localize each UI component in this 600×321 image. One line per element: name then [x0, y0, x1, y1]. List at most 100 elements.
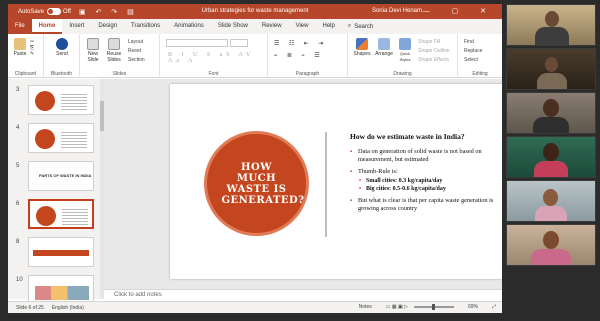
participant-video[interactable] — [506, 92, 596, 134]
tab-insert[interactable]: Insert — [62, 19, 91, 34]
paste-label: Paste — [13, 51, 27, 57]
view-buttons[interactable]: ▭ ▦ ▣ ▷ — [386, 304, 408, 310]
zoom-slider[interactable] — [413, 304, 454, 310]
tab-view[interactable]: View — [289, 19, 316, 34]
thumbnail-row[interactable]: 5 PARTS OF WASTE IN INDIA — [8, 161, 104, 195]
thumbnail-banner — [33, 250, 89, 256]
cut-copy-icons[interactable]: ✂ ⎘ ✎ — [30, 39, 34, 57]
thumbnail-row[interactable]: 3 — [8, 85, 104, 119]
tab-animations[interactable]: Animations — [167, 19, 211, 34]
reuse-slides-label: Reuse Slides — [106, 51, 122, 63]
bullet-item[interactable]: Thumb-Rule is: — [350, 168, 502, 176]
slide-thumbnail[interactable] — [28, 237, 94, 267]
slide-thumbnail-pane: 3 4 5 PARTS OF WASTE IN INDIA 6 8 10 — [8, 79, 104, 305]
thumbnail-number: 8 — [16, 239, 20, 245]
drawing-label: Drawing — [393, 71, 412, 77]
new-slide-icon — [87, 38, 99, 50]
bluetooth-group: Send Bluetooth — [44, 34, 80, 78]
replace-button[interactable]: Replace — [464, 47, 482, 56]
slide-thumbnail-selected[interactable] — [28, 199, 94, 229]
tab-slide-show[interactable]: Slide Show — [211, 19, 255, 34]
current-slide[interactable]: HOW MUCH WASTE IS GENERATED? How do we e… — [170, 84, 502, 279]
font-family-select[interactable] — [166, 39, 228, 47]
tab-design[interactable]: Design — [91, 19, 124, 34]
thumbnail-row[interactable]: 8 — [8, 237, 104, 271]
slides-label: Slides — [112, 71, 127, 77]
quick-styles-icon — [399, 38, 411, 50]
drawing-group: Shapes Arrange Quick Styles Shape Fill S… — [348, 34, 458, 78]
participant-head — [545, 11, 559, 27]
participant-video[interactable] — [506, 136, 596, 178]
new-slide-label: New Slide — [87, 51, 99, 63]
slide-heading[interactable]: How do we estimate waste in India? — [350, 132, 502, 141]
sub-bullet-item[interactable]: Small cities: 0.3 kg/capita/day — [350, 177, 502, 185]
participant-head — [543, 99, 559, 117]
send-button[interactable]: Send — [54, 38, 70, 57]
bullet-item[interactable]: Data on generation of solid waste is not… — [350, 148, 502, 164]
layout-button[interactable]: Layout — [128, 38, 145, 47]
status-bar: Slide 6 of 25 English (India) Notes ▭ ▦ … — [8, 301, 502, 313]
search-box[interactable]: ⌕ Search — [348, 23, 373, 30]
screen: AutoSave Off ▣ ↶ ↷ ▤ Urban strategies fo… — [0, 0, 600, 321]
tab-transitions[interactable]: Transitions — [124, 19, 167, 34]
participant-video[interactable] — [506, 224, 596, 266]
shape-effects-button[interactable]: Shape Effects — [418, 56, 450, 65]
clipboard-label: Clipboard — [14, 71, 37, 77]
notes-button[interactable]: Notes — [359, 304, 372, 310]
slide-thumbnail[interactable] — [28, 85, 94, 115]
reset-button[interactable]: Reset — [128, 47, 145, 56]
language-indicator[interactable]: English (India) — [52, 305, 84, 311]
thumbnail-chart — [35, 286, 89, 300]
fit-slide-icon[interactable]: ⤢ — [492, 304, 496, 310]
shapes-icon — [356, 38, 368, 50]
zoom-level[interactable]: 69% — [468, 304, 478, 310]
new-slide-button[interactable]: New Slide — [84, 38, 102, 63]
tab-home[interactable]: Home — [31, 19, 63, 34]
find-button[interactable]: Find — [464, 38, 482, 47]
reuse-slides-button[interactable]: Reuse Slides — [104, 38, 124, 63]
bullet-item[interactable]: But what is clear is that per capita was… — [350, 197, 502, 213]
thumbnail-number: 5 — [16, 163, 20, 169]
slide-counter: Slide 6 of 25 — [16, 304, 44, 311]
editing-group: Find Replace Select Editing — [458, 34, 502, 78]
circle-title[interactable]: HOW MUCH WASTE IS GENERATED? — [222, 162, 305, 206]
select-button[interactable]: Select — [464, 56, 482, 65]
shapes-button[interactable]: Shapes — [352, 38, 372, 57]
participant-video[interactable] — [506, 48, 596, 90]
vertical-divider — [325, 132, 327, 237]
ribbon: Paste ✂ ⎘ ✎ Clipboard Send Bluetooth New S… — [8, 34, 502, 78]
sub-bullet-item[interactable]: Big cities: 0.5-0.6 kg/capita/day — [350, 185, 502, 193]
user-name[interactable]: Sonia Devi Henam — [372, 8, 422, 14]
font-format-buttons[interactable]: B I U S ab AV Aa A — [168, 52, 267, 64]
paste-button[interactable]: Paste — [12, 38, 28, 57]
thumbnail-row[interactable]: 4 — [8, 123, 104, 157]
participant-video[interactable] — [506, 4, 596, 46]
slide-thumbnail[interactable] — [28, 123, 94, 153]
notes-pane[interactable]: Click to add notes — [104, 289, 502, 301]
shape-fill-button[interactable]: Shape Fill — [418, 38, 450, 47]
align-buttons[interactable]: ≡ ≣ ≡ ☰ — [274, 52, 324, 59]
tab-help[interactable]: Help — [315, 19, 341, 34]
participant-body — [534, 161, 568, 177]
tab-review[interactable]: Review — [255, 19, 289, 34]
font-size-select[interactable] — [230, 39, 248, 47]
paste-icon — [14, 38, 26, 50]
participant-head — [545, 57, 558, 72]
thumbnail-row-selected[interactable]: 6 — [8, 199, 104, 233]
shape-outline-button[interactable]: Shape Outline — [418, 47, 450, 56]
thumbnail-circle — [35, 91, 55, 111]
participant-video[interactable] — [506, 180, 596, 222]
window-controls[interactable]: — ▢ ✕ — [423, 7, 496, 15]
slide-content[interactable]: How do we estimate waste in India? Data … — [350, 132, 502, 217]
participant-body — [537, 73, 567, 89]
shape-format-options: Shape Fill Shape Outline Shape Effects — [418, 38, 450, 65]
font-label: Font — [208, 71, 219, 77]
section-button[interactable]: Section — [128, 56, 145, 65]
title-circle[interactable]: HOW MUCH WASTE IS GENERATED? — [204, 131, 309, 236]
bluetooth-label: Bluetooth — [50, 71, 73, 77]
list-buttons[interactable]: ☰ ☷ ⇤ ⇥ — [274, 40, 327, 47]
quick-styles-button[interactable]: Quick Styles — [396, 38, 414, 63]
arrange-button[interactable]: Arrange — [374, 38, 394, 57]
tab-file[interactable]: File — [8, 19, 32, 34]
slide-thumbnail[interactable]: PARTS OF WASTE IN INDIA — [28, 161, 94, 191]
